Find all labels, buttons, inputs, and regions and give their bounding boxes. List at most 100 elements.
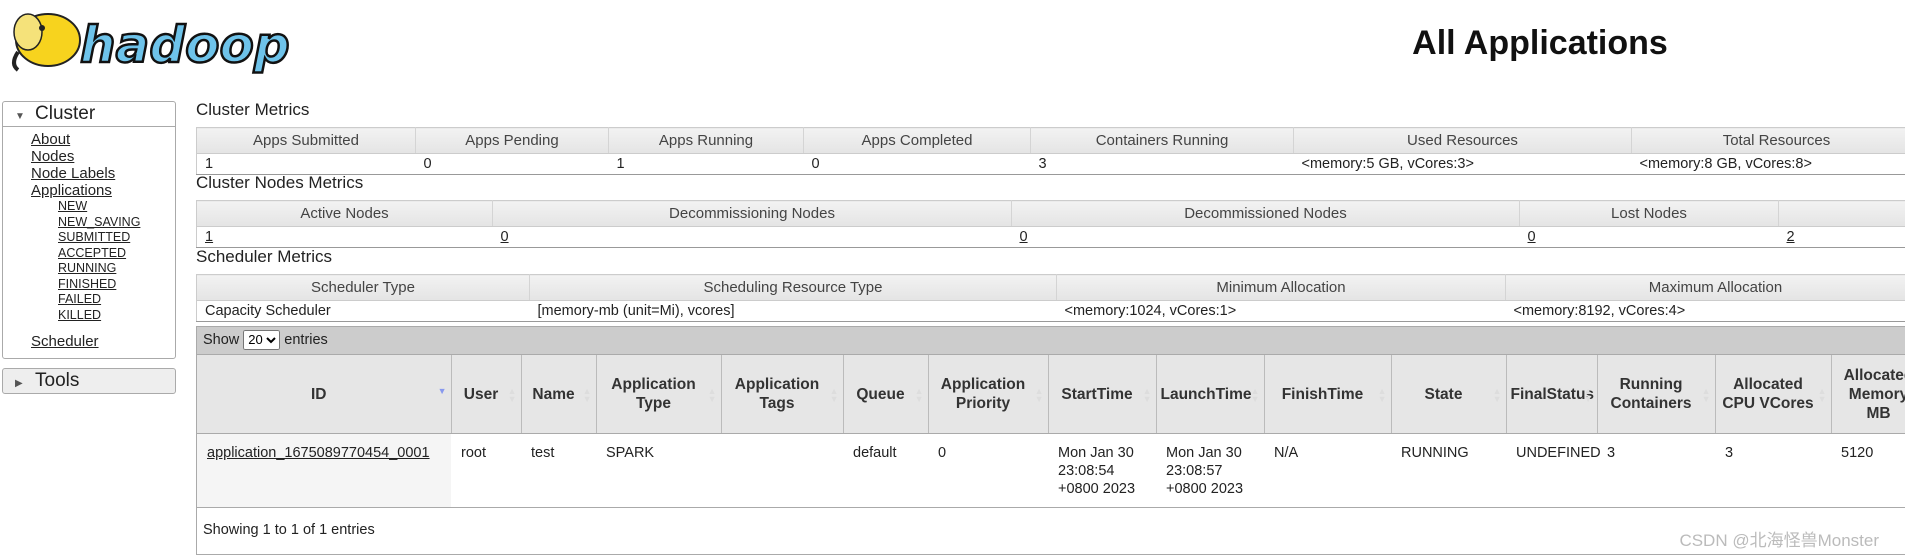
sidebar-link-new-saving[interactable]: NEW_SAVING bbox=[3, 215, 175, 231]
column-header-used-resources: Used Resources bbox=[1293, 127, 1632, 154]
watermark: CSDN @北海怪兽Monster bbox=[1679, 531, 1879, 550]
sort-both-icon: ▲ ▼ bbox=[1817, 386, 1827, 404]
sidebar-link-applications[interactable]: Applications bbox=[3, 182, 175, 199]
value-decommissioning-nodes: 0 bbox=[493, 227, 1012, 248]
hadoop-logo[interactable]: hadoop bbox=[6, 4, 306, 78]
cell-allocated-cpu-vcores: 3 bbox=[1715, 433, 1831, 508]
value-decommissioned-nodes: 0 bbox=[1012, 227, 1520, 248]
entries-label: entries bbox=[284, 332, 328, 348]
sort-header-allocated-cpu-vcores[interactable]: Allocated CPU VCores ▲ ▼ bbox=[1715, 355, 1832, 434]
sidebar-link-about[interactable]: About bbox=[3, 131, 175, 148]
show-label: Show bbox=[203, 332, 240, 348]
table-length-control: Show 20 entries bbox=[197, 327, 1905, 355]
sort-both-icon: ▲ ▼ bbox=[1583, 386, 1593, 404]
value-containers-running: 3 bbox=[1038, 156, 1047, 172]
sort-both-icon: ▲ ▼ bbox=[507, 386, 517, 404]
value-apps-completed: 0 bbox=[811, 156, 820, 172]
sidebar-link-killed[interactable]: KILLED bbox=[3, 308, 175, 324]
sort-both-icon: ▲ ▼ bbox=[914, 386, 924, 404]
value-used-resources: <memory:5 GB, vCores:3> bbox=[1301, 156, 1474, 172]
column-title: Running Containers bbox=[1610, 376, 1692, 412]
values-row: 1 0 0 0 2 bbox=[197, 227, 1905, 248]
table-info: Showing 1 to 1 of 1 entries bbox=[203, 522, 375, 538]
value-lost-nodes: 0 bbox=[1520, 227, 1779, 248]
cell-finishtime: N/A bbox=[1264, 433, 1391, 508]
tools-label: Tools bbox=[35, 370, 80, 391]
value-link-blank[interactable]: 2 bbox=[1787, 229, 1795, 245]
value-minimum-allocation: <memory:1024, vCores:1> bbox=[1064, 303, 1237, 319]
column-title: Allocated CPU VCores bbox=[1722, 376, 1814, 412]
sort-header-application-type[interactable]: Application Type ▲ ▼ bbox=[596, 355, 722, 434]
sort-header-id[interactable]: ID ▼ bbox=[197, 355, 452, 434]
sort-both-icon: ▲ ▼ bbox=[707, 386, 717, 404]
column-header-decommissioned-nodes: Decommissioned Nodes bbox=[1011, 200, 1520, 227]
column-header-apps-running: Apps Running bbox=[608, 127, 804, 154]
value-link-active-nodes[interactable]: 1 bbox=[205, 229, 213, 245]
sort-header-queue[interactable]: Queue ▲ ▼ bbox=[843, 355, 929, 434]
value-link-decommissioning-nodes[interactable]: 0 bbox=[501, 229, 509, 245]
cell-finalstatus: UNDEFINED bbox=[1506, 433, 1601, 508]
sort-header-application-priority[interactable]: Application Priority ▲ ▼ bbox=[928, 355, 1049, 434]
value-apps-running: 1 bbox=[616, 156, 625, 172]
sort-header-finishtime[interactable]: FinishTime ▲ ▼ bbox=[1264, 355, 1392, 434]
sort-both-icon: ▲ ▼ bbox=[829, 386, 839, 404]
sidebar-link-failed[interactable]: FAILED bbox=[3, 292, 175, 308]
sort-header-starttime[interactable]: StartTime ▲ ▼ bbox=[1048, 355, 1157, 434]
header-row: Active Nodes Decommissioning Nodes Decommi… bbox=[196, 200, 1905, 227]
sort-header-state[interactable]: State ▲ ▼ bbox=[1391, 355, 1507, 434]
value-maximum-allocation: <memory:8192, vCores:4> bbox=[1513, 303, 1686, 319]
sidebar-link-nodes[interactable]: Nodes bbox=[3, 148, 175, 165]
sort-both-icon: ▲ ▼ bbox=[1492, 386, 1502, 404]
column-header-active-nodes: Active Nodes bbox=[196, 200, 493, 227]
column-title: Application Priority bbox=[940, 376, 1026, 412]
column-header-apps-pending: Apps Pending bbox=[415, 127, 609, 154]
header-row: Scheduler Type Scheduling Resource Type Mi… bbox=[196, 274, 1905, 301]
cluster-section-toggle[interactable]: ▼ Cluster bbox=[3, 102, 175, 127]
column-header-maximum-allocation: Maximum Allocation bbox=[1505, 274, 1905, 301]
sidebar-link-finished[interactable]: FINISHED bbox=[3, 277, 175, 293]
column-header-scheduling-resource-type: Scheduling Resource Type bbox=[529, 274, 1057, 301]
sort-header-launchtime[interactable]: LaunchTime ▲ ▼ bbox=[1156, 355, 1265, 434]
value-total-resources: <memory:8 GB, vCores:8> bbox=[1639, 156, 1812, 172]
scheduler-metrics-title: Scheduler Metrics bbox=[196, 247, 333, 266]
sort-header-running-containers[interactable]: Running Containers ▲ ▼ bbox=[1597, 355, 1716, 434]
column-header-apps-completed: Apps Completed bbox=[803, 127, 1031, 154]
sidebar-link-accepted[interactable]: ACCEPTED bbox=[3, 246, 175, 262]
sidebar-link-scheduler[interactable]: Scheduler bbox=[3, 333, 175, 350]
sidebar-link-new[interactable]: NEW bbox=[3, 199, 175, 215]
column-header-lost-nodes: Lost Nodes bbox=[1519, 200, 1779, 227]
header-row: Apps Submitted Apps Pending Apps Running Ap… bbox=[196, 127, 1905, 154]
value-scheduling-resource-type: [memory-mb (unit=Mi), vcores] bbox=[537, 303, 735, 319]
sidebar-tools[interactable]: ▶ Tools bbox=[2, 368, 176, 394]
value-apps-pending: 0 bbox=[423, 156, 432, 172]
page-size-select[interactable]: 20 bbox=[243, 329, 281, 350]
scheduler-metrics-table: Scheduler Type Scheduling Resource Type Mi… bbox=[196, 274, 1905, 322]
column-title: Name bbox=[532, 385, 575, 403]
sort-header-application-tags[interactable]: Application Tags ▲ ▼ bbox=[721, 355, 844, 434]
cluster-nodes-metrics-title: Cluster Nodes Metrics bbox=[196, 173, 364, 192]
cell-state: RUNNING bbox=[1391, 433, 1506, 508]
sort-both-icon: ▲ ▼ bbox=[582, 386, 592, 404]
cell-starttime: Mon Jan 30 23:08:54 +0800 2023 bbox=[1048, 433, 1156, 508]
cluster-metrics-title: Cluster Metrics bbox=[196, 100, 310, 119]
column-header-total-resources: Total Resources bbox=[1631, 127, 1905, 154]
value-link-decommissioned-nodes[interactable]: 0 bbox=[1020, 229, 1028, 245]
value-link-lost-nodes[interactable]: 0 bbox=[1528, 229, 1536, 245]
sort-header-user[interactable]: User ▲ ▼ bbox=[451, 355, 522, 434]
caret-right-icon: ▶ bbox=[15, 378, 23, 389]
column-header-containers-running: Containers Running bbox=[1030, 127, 1294, 154]
column-title: ID bbox=[311, 385, 327, 403]
sidebar-link-submitted[interactable]: SUBMITTED bbox=[3, 230, 175, 246]
sort-both-icon: ▲ ▼ bbox=[1250, 386, 1260, 404]
value-blank: 2 bbox=[1779, 227, 1905, 248]
sidebar-link-running[interactable]: RUNNING bbox=[3, 261, 175, 277]
sort-header-finalstatus[interactable]: FinalStatus ▲ ▼ bbox=[1506, 355, 1598, 434]
application-id-link[interactable]: application_1675089770454_0001 bbox=[207, 445, 430, 461]
sidebar-link-node-labels[interactable]: Node Labels bbox=[3, 165, 175, 182]
applications-table-panel: Show 20 entries ID ▼ User ▲ ▼ Name ▲ ▼ Application… bbox=[196, 326, 1905, 555]
column-header-apps-submitted: Apps Submitted bbox=[196, 127, 416, 154]
sort-header-allocated-memory-mb[interactable]: Allocated Memory MB▲▼ bbox=[1831, 355, 1905, 434]
sort-header-name[interactable]: Name ▲ ▼ bbox=[521, 355, 597, 434]
cell-id: application_1675089770454_0001 bbox=[197, 433, 451, 508]
sort-both-icon: ▲ ▼ bbox=[1377, 386, 1387, 404]
